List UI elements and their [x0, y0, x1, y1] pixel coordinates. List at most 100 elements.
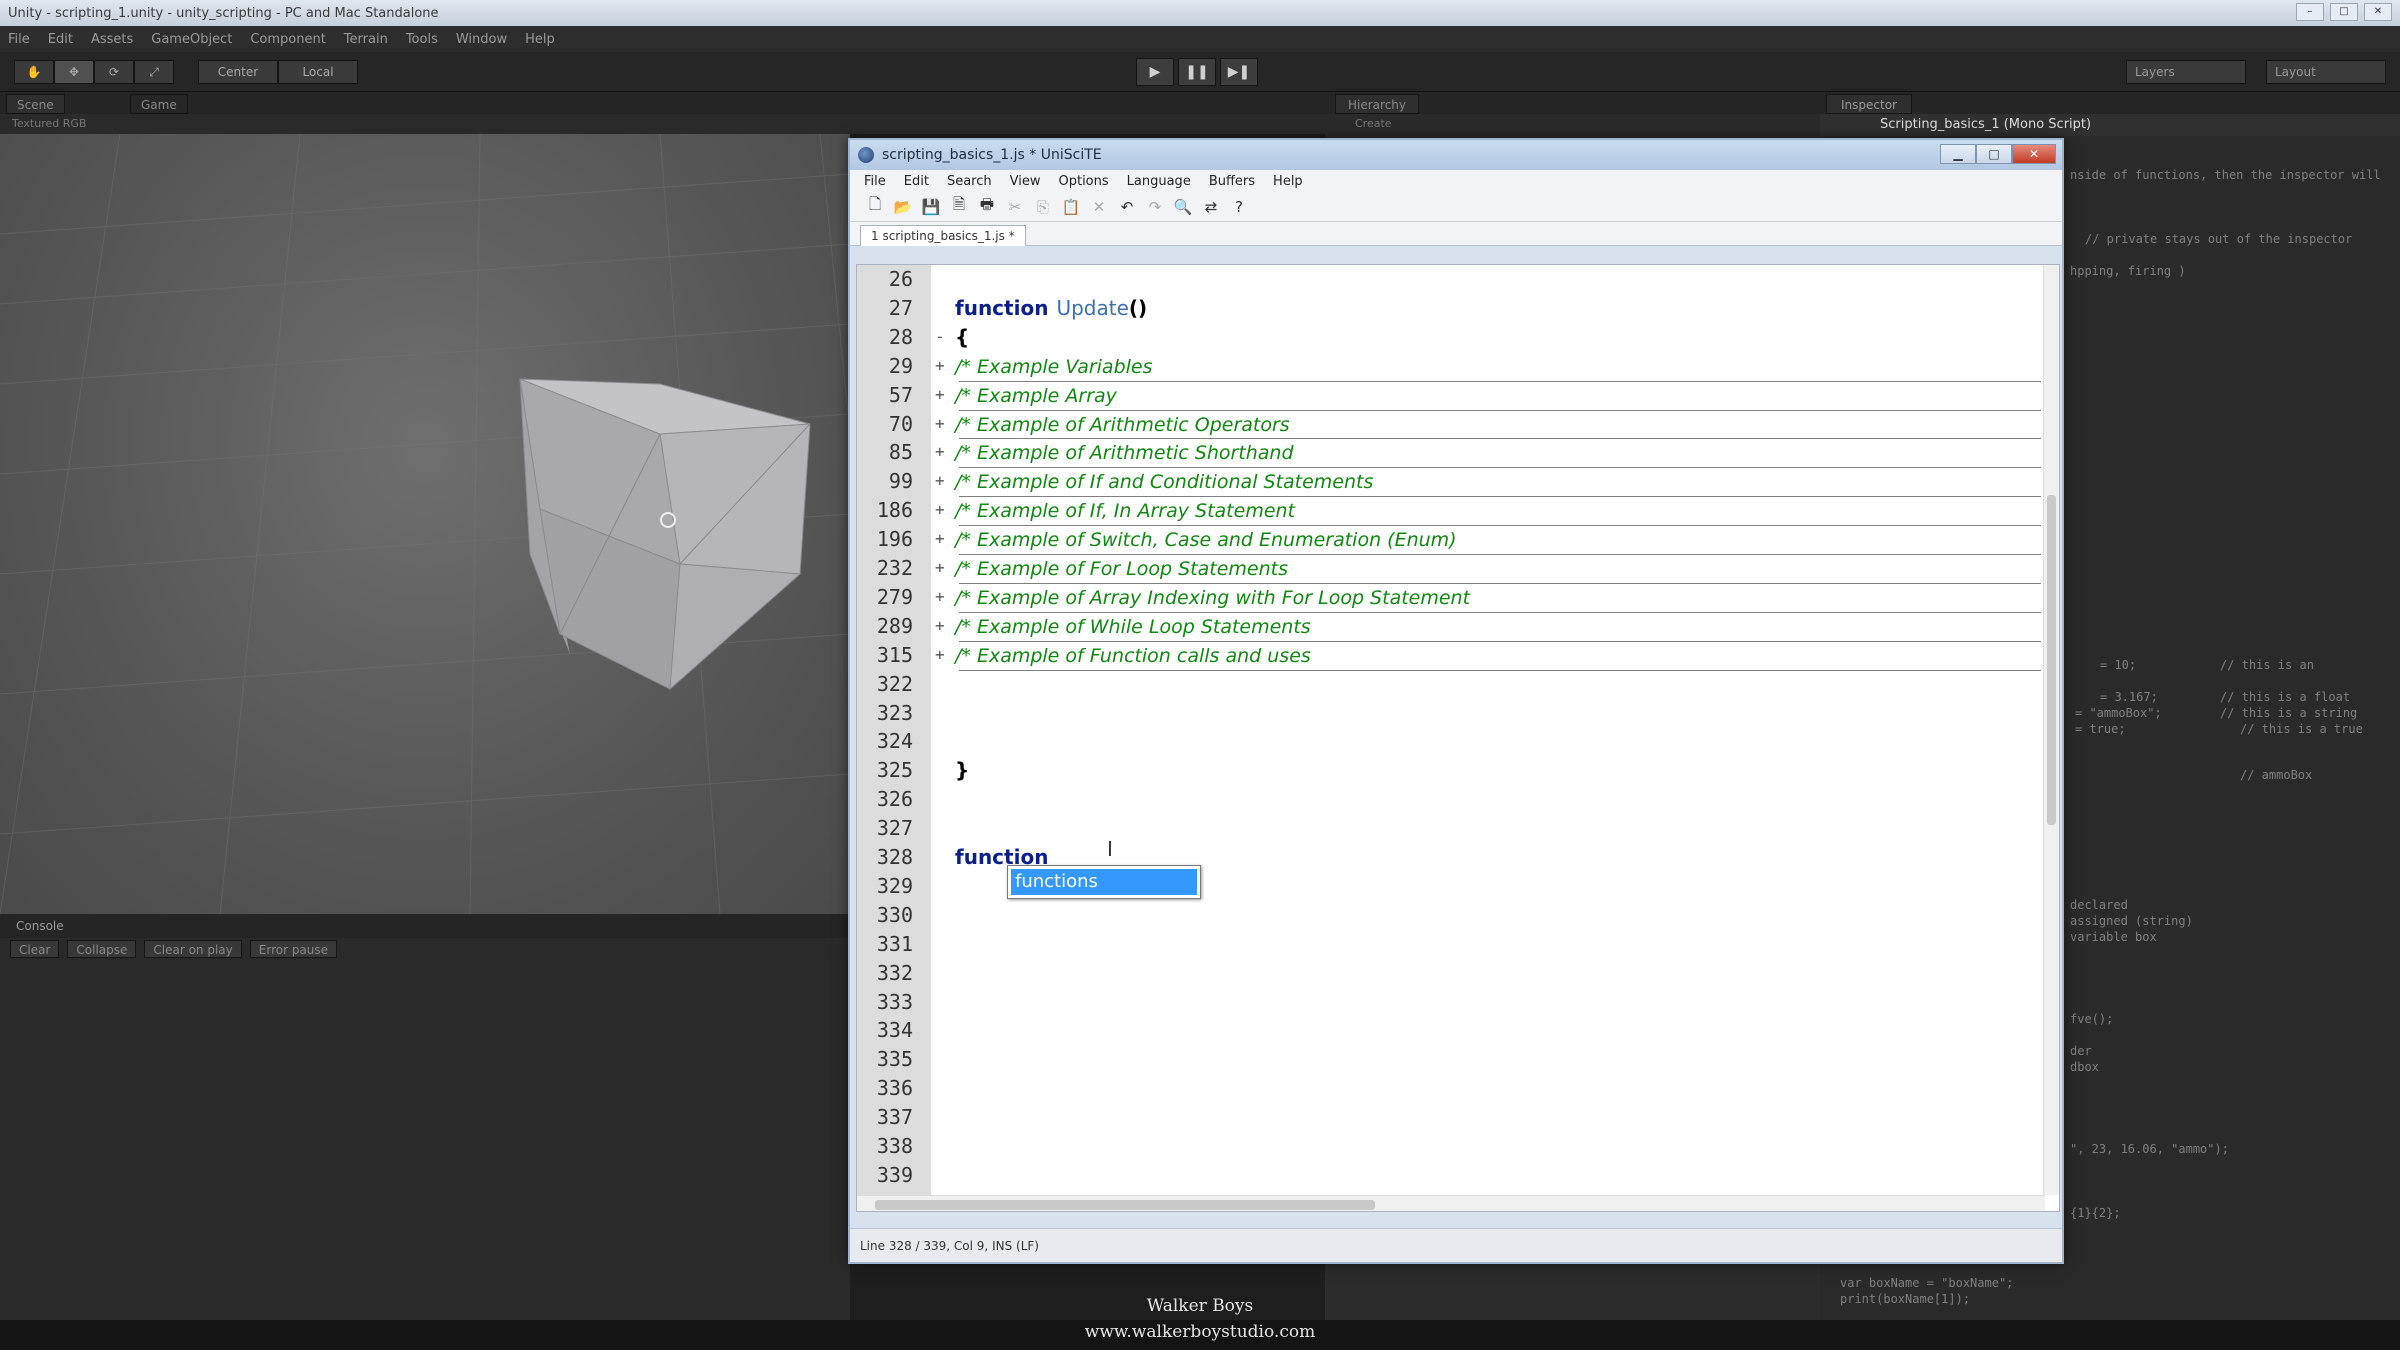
console-collapse-button[interactable]: Collapse	[67, 940, 137, 958]
code-line[interactable]: /* Example of If, In Array Statement	[955, 498, 1295, 522]
maximize-icon[interactable]: □	[2330, 3, 2358, 21]
play-icon[interactable]: ▶	[1136, 58, 1174, 86]
vertical-scrollbar[interactable]	[2043, 265, 2059, 1195]
tab-game[interactable]: Game	[130, 94, 188, 114]
layers-dropdown[interactable]: Layers	[2126, 60, 2246, 84]
editor-menu-search[interactable]: Search	[947, 174, 992, 189]
editor-menu-edit[interactable]: Edit	[904, 174, 929, 189]
scene-view-toolbar[interactable]: Textured RGB	[0, 114, 1325, 134]
move-tool-icon[interactable]: ✥	[54, 60, 94, 84]
folded-block-line	[959, 496, 2041, 498]
editor-maximize-icon[interactable]: □	[1976, 144, 2012, 164]
console-clear-on-play-button[interactable]: Clear on play	[144, 940, 242, 958]
console-error-pause-button[interactable]: Error pause	[249, 940, 338, 958]
undo-icon[interactable]: ↶	[1116, 196, 1138, 218]
fold-expand-icon[interactable]: +	[935, 471, 945, 490]
layout-dropdown[interactable]: Layout	[2266, 60, 2386, 84]
menu-assets[interactable]: Assets	[91, 32, 133, 47]
close-icon[interactable]: ✕	[2364, 3, 2392, 21]
delete-icon[interactable]: ✕	[1088, 196, 1110, 218]
code-line[interactable]: /* Example of If and Conditional Stateme…	[955, 469, 1373, 493]
help-icon[interactable]: ?	[1228, 196, 1250, 218]
code-line[interactable]: /* Example of While Loop Statements	[955, 614, 1311, 638]
code-line[interactable]: /* Example of Array Indexing with For Lo…	[955, 585, 1470, 609]
copy-icon[interactable]: ⎘	[1032, 196, 1054, 218]
paste-icon[interactable]: 📋	[1060, 196, 1082, 218]
code-line[interactable]: }	[955, 758, 969, 782]
fold-expand-icon[interactable]: +	[935, 529, 945, 548]
horizontal-scrollbar[interactable]	[857, 1195, 2045, 1211]
menu-file[interactable]: File	[8, 32, 30, 47]
step-icon[interactable]: ▶❚	[1220, 58, 1258, 86]
minimize-icon[interactable]: –	[2296, 3, 2324, 21]
redo-icon[interactable]: ↷	[1144, 196, 1166, 218]
cut-icon[interactable]: ✂	[1004, 196, 1026, 218]
code-line[interactable]: /* Example Array	[955, 383, 1117, 407]
console-tab[interactable]: Console	[0, 914, 850, 938]
inspector-line: dbox	[2070, 1060, 2099, 1074]
editor-menu-language[interactable]: Language	[1127, 174, 1191, 189]
fold-expand-icon[interactable]: +	[935, 500, 945, 519]
editor-menu-buffers[interactable]: Buffers	[1209, 174, 1255, 189]
close-file-icon[interactable]: 🗎	[948, 195, 970, 218]
fold-expand-icon[interactable]: +	[935, 645, 945, 664]
replace-icon[interactable]: ⇄	[1200, 196, 1222, 218]
fold-expand-icon[interactable]: +	[935, 558, 945, 577]
horizontal-scroll-thumb[interactable]	[875, 1200, 1375, 1210]
tab-inspector[interactable]: Inspector	[1826, 94, 1912, 114]
editor-menu-options[interactable]: Options	[1058, 174, 1108, 189]
code-line[interactable]: {	[955, 325, 969, 349]
fold-collapse-icon[interactable]: -	[935, 327, 945, 346]
code-line[interactable]: /* Example of For Loop Statements	[955, 556, 1288, 580]
tab-hierarchy[interactable]: Hierarchy	[1335, 94, 1420, 114]
fold-expand-icon[interactable]: +	[935, 442, 945, 461]
code-line[interactable]: /* Example of Arithmetic Operators	[955, 412, 1290, 436]
editor-title-bar[interactable]: scripting_basics_1.js * UniSciTE ▁ □ ✕	[850, 140, 2062, 170]
editor-file-tab[interactable]: 1 scripting_basics_1.js *	[860, 225, 1026, 246]
tab-scene[interactable]: Scene	[6, 94, 65, 114]
new-file-icon[interactable]: 🗋	[864, 195, 886, 218]
print-icon[interactable]: 🖶	[976, 195, 998, 218]
editor-minimize-icon[interactable]: ▁	[1940, 144, 1976, 164]
fold-expand-icon[interactable]: +	[935, 356, 945, 375]
open-file-icon[interactable]: 📂	[892, 196, 914, 218]
vertical-scroll-thumb[interactable]	[2047, 495, 2056, 825]
scale-tool-icon[interactable]: ⤢	[134, 60, 174, 84]
fold-expand-icon[interactable]: +	[935, 414, 945, 433]
hand-tool-icon[interactable]: ✋	[14, 60, 54, 84]
center-pivot-button[interactable]: Center	[198, 60, 278, 84]
code-line[interactable]: /* Example of Switch, Case and Enumerati…	[955, 527, 1457, 551]
console-log-area[interactable]	[0, 960, 850, 1320]
menu-edit[interactable]: Edit	[48, 32, 73, 47]
menu-help[interactable]: Help	[525, 32, 555, 47]
menu-gameobject[interactable]: GameObject	[151, 32, 232, 47]
scene-viewport[interactable]	[0, 134, 850, 914]
autocomplete-popup[interactable]: functions	[1007, 865, 1201, 899]
code-line[interactable]: function Update()	[955, 296, 1147, 320]
pause-icon[interactable]: ❚❚	[1178, 58, 1216, 86]
line-number: 99	[888, 469, 913, 494]
save-icon[interactable]: 💾	[920, 196, 942, 218]
local-pivot-button[interactable]: Local	[278, 60, 358, 84]
menu-tools[interactable]: Tools	[406, 32, 438, 47]
code-line[interactable]: /* Example of Function calls and uses	[955, 643, 1311, 667]
autocomplete-item[interactable]: functions	[1011, 869, 1197, 895]
fold-margin[interactable]: - + + + + + + + + + + +	[931, 265, 949, 1195]
code-line[interactable]: /* Example Variables	[955, 354, 1153, 378]
editor-menu-help[interactable]: Help	[1273, 174, 1303, 189]
editor-menu-view[interactable]: View	[1010, 174, 1041, 189]
code-editor-pane[interactable]: 26 27 28 29 57 70 85 99 186 196 232 279 289 315 322 323…	[856, 264, 2060, 1212]
editor-menu-file[interactable]: File	[864, 174, 886, 189]
menu-window[interactable]: Window	[456, 32, 507, 47]
fold-expand-icon[interactable]: +	[935, 616, 945, 635]
menu-component[interactable]: Component	[250, 32, 325, 47]
menu-terrain[interactable]: Terrain	[344, 32, 388, 47]
find-icon[interactable]: 🔍	[1172, 196, 1194, 218]
editor-close-icon[interactable]: ✕	[2012, 144, 2056, 164]
fold-expand-icon[interactable]: +	[935, 385, 945, 404]
code-line[interactable]: /* Example of Arithmetic Shorthand	[955, 440, 1294, 464]
hierarchy-create-dropdown[interactable]: Create	[1325, 114, 1820, 134]
fold-expand-icon[interactable]: +	[935, 587, 945, 606]
console-clear-button[interactable]: Clear	[10, 940, 60, 958]
rotate-tool-icon[interactable]: ⟳	[94, 60, 134, 84]
